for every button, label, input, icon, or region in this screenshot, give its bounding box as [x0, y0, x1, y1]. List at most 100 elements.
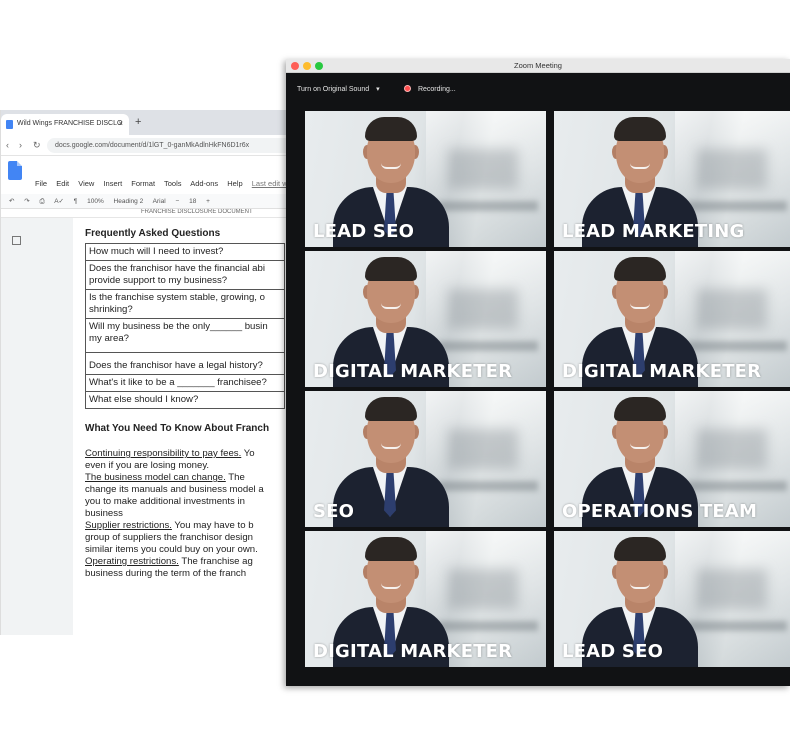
style-select[interactable]: Heading 2 [114, 198, 144, 205]
paragraph-line: business [85, 508, 295, 520]
paragraph-text: similar items you could buy on your own. [85, 544, 258, 555]
paint-format-icon[interactable]: ¶ [74, 198, 78, 205]
paragraph-text: even if you are losing money. [85, 460, 210, 471]
menu-tools[interactable]: Tools [164, 179, 182, 188]
docs-favicon-icon [6, 120, 13, 129]
paragraph-line: business during the term of the franch [85, 568, 295, 580]
participant-video-tile[interactable]: LEAD MARKETING [554, 111, 790, 247]
participant-video-tile[interactable]: SEO [305, 391, 546, 527]
address-bar[interactable]: docs.google.com/document/d/1lGT_0-ganMkA… [47, 138, 300, 153]
participant-video-tile[interactable]: DIGITAL MARKETER [305, 251, 546, 387]
body-paragraph: Continuing responsibility to pay fees. Y… [85, 448, 295, 580]
close-tab-icon[interactable]: × [118, 119, 123, 128]
recording-label: Recording... [417, 86, 456, 93]
print-icon[interactable]: ⎙ [40, 198, 45, 205]
smile [381, 443, 401, 449]
faq-question-line: shrinking? [89, 304, 133, 315]
faq-question-line: Will my business be the only______ busin [89, 321, 268, 332]
faq-table-cell[interactable]: What else should I know? [85, 391, 285, 409]
reload-icon[interactable]: ↻ [33, 140, 41, 151]
document-outline-icon[interactable] [12, 236, 21, 245]
document-content[interactable]: Frequently Asked Questions How much will… [85, 228, 295, 580]
menu-file[interactable]: File [35, 179, 47, 188]
paragraph-text: business [85, 508, 123, 519]
new-tab-button[interactable]: + [135, 116, 141, 128]
font-size-decrease-button[interactable]: − [175, 198, 179, 205]
underlined-term: Operating restrictions. [85, 556, 179, 567]
underlined-term: Continuing responsibility to pay fees. [85, 448, 242, 459]
hair [614, 257, 666, 281]
faq-question-line: How much will I need to invest? [89, 246, 224, 257]
faq-question-line: What else should I know? [89, 394, 199, 405]
undo-icon[interactable]: ↶ [9, 198, 14, 205]
font-size-increase-button[interactable]: + [206, 198, 210, 205]
smile [381, 303, 401, 309]
faq-table-row: Will my business be the only______ busin… [85, 318, 285, 353]
font-size-field[interactable]: 18 [189, 198, 196, 205]
zoom-select[interactable]: 100% [87, 198, 104, 205]
faq-question-line: Does the franchisor have the financial a… [89, 263, 265, 274]
menu-edit[interactable]: Edit [56, 179, 69, 188]
participant-video-tile[interactable]: LEAD SEO [305, 111, 546, 247]
participant-name-label: LEAD SEO [313, 221, 415, 242]
menu-view[interactable]: View [78, 179, 94, 188]
hair [614, 117, 666, 141]
zoom-meeting-window: Zoom Meeting Turn on Original Sound ▾ Re… [286, 59, 790, 686]
faq-question-line: my area? [89, 333, 129, 344]
document-header-text: FRANCHISE DISCLOSURE DOCUMENT [141, 209, 253, 215]
smile [630, 443, 650, 449]
paragraph-line: Continuing responsibility to pay fees. Y… [85, 448, 295, 460]
participant-video-tile[interactable]: OPERATIONS TEAM [554, 391, 790, 527]
faq-table-row: Is the franchise system stable, growing,… [85, 289, 285, 319]
window-title-bar: Zoom Meeting [286, 59, 790, 73]
font-select[interactable]: Arial [153, 198, 166, 205]
participant-video-tile[interactable]: DIGITAL MARKETER [305, 531, 546, 667]
paragraph-line: similar items you could buy on your own. [85, 544, 295, 556]
underlined-term: Supplier restrictions. [85, 520, 172, 531]
participant-video-tile[interactable]: DIGITAL MARKETER [554, 251, 790, 387]
paragraph-line: you to make additional investments in [85, 496, 295, 508]
back-arrow-icon[interactable]: ‹ [6, 140, 9, 150]
redo-icon[interactable]: ↷ [24, 198, 29, 205]
faq-table-cell[interactable]: How much will I need to invest? [85, 243, 285, 261]
paragraph-line: even if you are losing money. [85, 460, 295, 472]
paragraph-text: business during the term of the franch [85, 568, 247, 579]
participant-name-label: SEO [313, 501, 355, 522]
hair [365, 117, 417, 141]
chevron-down-icon[interactable]: ▾ [376, 86, 380, 93]
paragraph-text: The [225, 472, 245, 483]
participant-name-label: DIGITAL MARKETER [562, 361, 762, 382]
docs-header: File Edit View Insert Format Tools Add-o… [1, 156, 300, 194]
faq-question-line: What's it like to be a _______ franchise… [89, 377, 267, 388]
menu-add-ons[interactable]: Add-ons [190, 179, 218, 188]
faq-table-row: What's it like to be a _______ franchise… [85, 374, 285, 392]
faq-table-row: Does the franchisor have a legal history… [85, 352, 285, 375]
menu-help[interactable]: Help [227, 179, 242, 188]
faq-question-line: provide support to my business? [89, 275, 228, 286]
faq-table-cell[interactable]: Will my business be the only______ busin… [85, 318, 285, 353]
faq-table-cell[interactable]: Is the franchise system stable, growing,… [85, 289, 285, 319]
paragraph-line: Operating restrictions. The franchise ag [85, 556, 295, 568]
underlined-term: The business model can change. [85, 472, 226, 483]
window-title: Zoom Meeting [514, 61, 562, 70]
faq-table-cell[interactable]: Does the franchisor have a legal history… [85, 352, 285, 375]
google-docs-logo-icon[interactable] [8, 161, 22, 180]
menu-format[interactable]: Format [131, 179, 155, 188]
smile [630, 583, 650, 589]
recording-indicator[interactable]: Recording... [404, 85, 456, 93]
paragraph-line: The business model can change. The [85, 472, 295, 484]
browser-tab[interactable]: Wild Wings FRANCHISE DISCLO × [1, 114, 129, 135]
original-sound-button[interactable]: Turn on Original Sound ▾ [297, 85, 380, 93]
participant-video-tile[interactable]: LEAD SEO [554, 531, 790, 667]
menu-insert[interactable]: Insert [103, 179, 122, 188]
recording-dot-icon [404, 85, 411, 92]
spellcheck-icon[interactable]: A✓ [54, 198, 64, 205]
faq-table-cell[interactable]: What's it like to be a _______ franchise… [85, 374, 285, 392]
docs-canvas: Frequently Asked Questions How much will… [1, 218, 300, 635]
hair [365, 257, 417, 281]
forward-arrow-icon[interactable]: › [19, 140, 22, 150]
faq-table-cell[interactable]: Does the franchisor have the financial a… [85, 260, 285, 290]
hair [365, 397, 417, 421]
faq-question-line: Does the franchisor have a legal history… [89, 360, 263, 371]
hair [365, 537, 417, 561]
